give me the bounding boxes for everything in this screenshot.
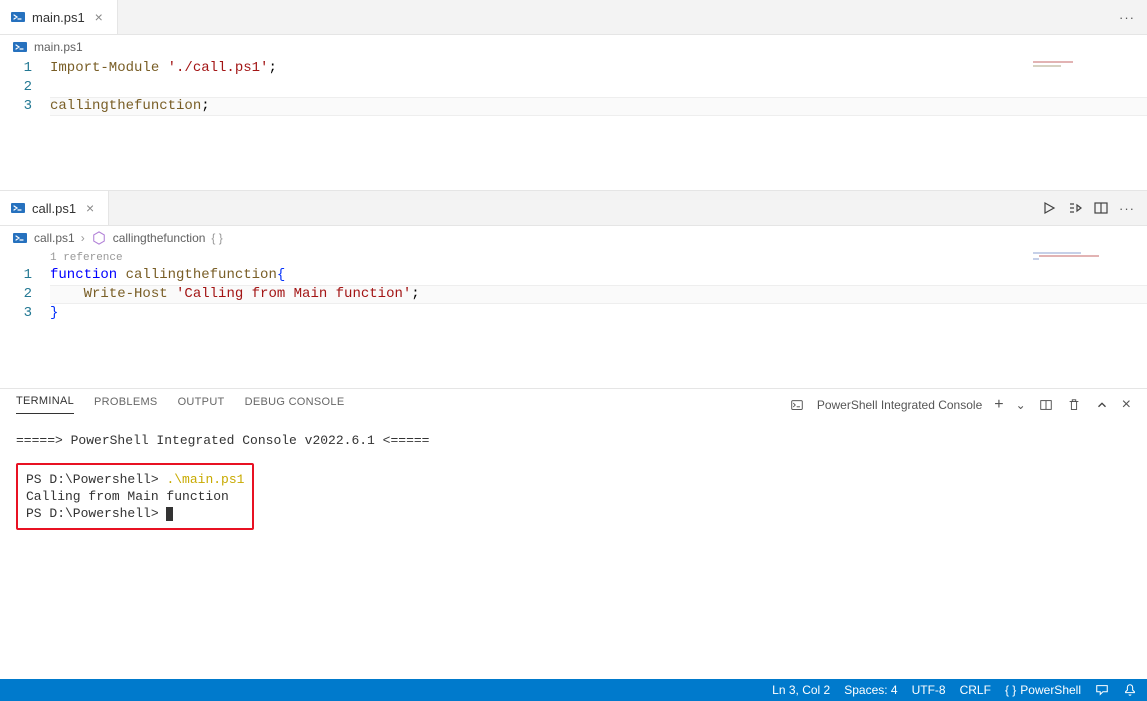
minimap-2[interactable] bbox=[1027, 250, 1147, 388]
maximize-panel-icon[interactable] bbox=[1094, 397, 1110, 413]
gutter-1: 1 2 3 bbox=[0, 59, 50, 116]
terminal-cursor bbox=[166, 507, 173, 521]
editor-2[interactable]: 1 reference 1 2 3 function callingthefun… bbox=[0, 250, 1147, 323]
status-eol[interactable]: CRLF bbox=[960, 683, 991, 697]
terminal-command: .\main.ps1 bbox=[166, 472, 244, 487]
powershell-file-icon bbox=[10, 9, 26, 25]
breadcrumb-2[interactable]: call.ps1 › callingthefunction { } bbox=[0, 226, 1147, 250]
breadcrumb-file: main.ps1 bbox=[34, 40, 83, 54]
token-string: 'Calling from Main function' bbox=[176, 286, 411, 302]
token-brace: { bbox=[277, 267, 285, 283]
panel: TERMINAL PROBLEMS OUTPUT DEBUG CONSOLE P… bbox=[0, 388, 1147, 679]
editor-group-2: call.ps1 × ··· call.ps1 › callingthefunc… bbox=[0, 190, 1147, 388]
terminal[interactable]: =====> PowerShell Integrated Console v20… bbox=[0, 414, 1147, 548]
breadcrumb-symbol-suffix: { } bbox=[211, 231, 222, 245]
powershell-file-icon bbox=[10, 200, 26, 216]
terminal-banner: =====> PowerShell Integrated Console v20… bbox=[16, 432, 1131, 449]
line-number: 3 bbox=[0, 304, 32, 323]
run-icon[interactable] bbox=[1041, 200, 1057, 216]
breadcrumb-1[interactable]: main.ps1 bbox=[0, 35, 1147, 59]
symbol-function-icon bbox=[91, 230, 107, 246]
status-encoding[interactable]: UTF-8 bbox=[912, 683, 946, 697]
powershell-file-icon bbox=[12, 39, 28, 55]
tab-actions-1: ··· bbox=[1119, 9, 1147, 25]
indent bbox=[50, 286, 84, 302]
token-punct: ; bbox=[201, 98, 209, 114]
split-editor-icon[interactable] bbox=[1093, 200, 1109, 216]
bell-icon[interactable] bbox=[1123, 683, 1137, 697]
token-function: callingthefunction bbox=[126, 267, 277, 283]
powershell-file-icon bbox=[12, 230, 28, 246]
token-function: Write-Host bbox=[84, 286, 168, 302]
close-icon[interactable]: × bbox=[82, 200, 98, 216]
panel-tab-problems[interactable]: PROBLEMS bbox=[94, 396, 158, 414]
status-spaces[interactable]: Spaces: 4 bbox=[844, 683, 897, 697]
editor-group-1: main.ps1 × ··· main.ps1 1 2 3 Import-Mod… bbox=[0, 0, 1147, 190]
token-keyword: function bbox=[50, 267, 117, 283]
minimap-1[interactable] bbox=[1027, 59, 1147, 190]
new-terminal-icon[interactable]: + bbox=[994, 396, 1003, 414]
close-icon[interactable]: × bbox=[91, 9, 107, 25]
token-punct: ; bbox=[268, 60, 276, 76]
panel-tab-output[interactable]: OUTPUT bbox=[178, 396, 225, 414]
statusbar: Ln 3, Col 2 Spaces: 4 UTF-8 CRLF { } Pow… bbox=[0, 679, 1147, 701]
code-area-1[interactable]: Import-Module './call.ps1'; callingthefu… bbox=[50, 59, 1147, 116]
terminal-highlight-box: PS D:\Powershell> .\main.ps1 Calling fro… bbox=[16, 463, 254, 530]
terminal-prompt: PS D:\Powershell> bbox=[26, 506, 166, 521]
token-string: './call.ps1' bbox=[168, 60, 269, 76]
braces-icon: { } bbox=[1005, 683, 1016, 697]
panel-tabs: TERMINAL PROBLEMS OUTPUT DEBUG CONSOLE P… bbox=[0, 389, 1147, 414]
terminal-prompt: PS D:\Powershell> bbox=[26, 472, 166, 487]
terminal-dropdown-icon[interactable]: ⌄ bbox=[1016, 398, 1026, 412]
trash-icon[interactable] bbox=[1066, 397, 1082, 413]
line-number: 1 bbox=[0, 59, 32, 78]
status-ln-col[interactable]: Ln 3, Col 2 bbox=[772, 683, 830, 697]
status-language[interactable]: { } PowerShell bbox=[1005, 683, 1081, 697]
panel-tab-debug[interactable]: DEBUG CONSOLE bbox=[245, 396, 345, 414]
tabbar-2: call.ps1 × ··· bbox=[0, 191, 1147, 226]
codelens[interactable]: 1 reference bbox=[50, 250, 123, 266]
tab-label: main.ps1 bbox=[32, 10, 85, 25]
token-punct: ; bbox=[411, 286, 419, 302]
status-language-label: PowerShell bbox=[1020, 683, 1081, 697]
editor-1[interactable]: 1 2 3 Import-Module './call.ps1'; callin… bbox=[0, 59, 1147, 116]
token-function: callingthefunction bbox=[50, 98, 201, 114]
terminal-name[interactable]: PowerShell Integrated Console bbox=[817, 398, 982, 412]
terminal-profile-icon bbox=[789, 397, 805, 413]
gutter-2: 1 2 3 bbox=[0, 266, 50, 323]
line-number: 1 bbox=[0, 266, 32, 285]
token-keyword: Import-Module bbox=[50, 60, 159, 76]
panel-actions: PowerShell Integrated Console + ⌄ × bbox=[789, 396, 1131, 414]
tabbar-1: main.ps1 × ··· bbox=[0, 0, 1147, 35]
breadcrumb-symbol: callingthefunction bbox=[113, 231, 206, 245]
close-panel-icon[interactable]: × bbox=[1122, 396, 1131, 414]
feedback-icon[interactable] bbox=[1095, 683, 1109, 697]
breadcrumb-file: call.ps1 bbox=[34, 231, 75, 245]
tab-label: call.ps1 bbox=[32, 201, 76, 216]
token-brace: } bbox=[50, 305, 58, 321]
line-number: 2 bbox=[0, 78, 32, 97]
tab-main-ps1[interactable]: main.ps1 × bbox=[0, 0, 118, 34]
line-number: 3 bbox=[0, 97, 32, 116]
split-terminal-icon[interactable] bbox=[1038, 397, 1054, 413]
terminal-output: Calling from Main function bbox=[26, 488, 244, 505]
tab-actions-2: ··· bbox=[1041, 200, 1147, 216]
panel-tab-terminal[interactable]: TERMINAL bbox=[16, 395, 74, 414]
line-number: 2 bbox=[0, 285, 32, 304]
tab-call-ps1[interactable]: call.ps1 × bbox=[0, 191, 109, 225]
run-below-icon[interactable] bbox=[1067, 200, 1083, 216]
code-area-2[interactable]: function callingthefunction{ Write-Host … bbox=[50, 266, 1147, 323]
chevron-icon: › bbox=[81, 231, 85, 245]
more-icon[interactable]: ··· bbox=[1119, 200, 1135, 216]
more-icon[interactable]: ··· bbox=[1119, 9, 1135, 25]
